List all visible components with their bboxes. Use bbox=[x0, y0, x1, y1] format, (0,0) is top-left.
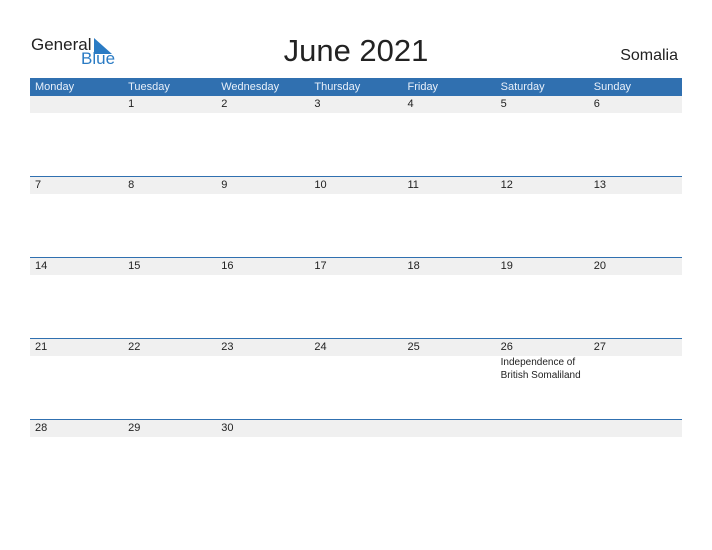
day-number: 7 bbox=[35, 179, 42, 191]
weekday-header: Monday Tuesday Wednesday Thursday Friday Satu… bbox=[30, 78, 682, 96]
weekday-saturday: Saturday bbox=[500, 81, 545, 93]
day-number: 17 bbox=[314, 260, 327, 272]
day-numbers: 21 22 23 24 25 26 27 bbox=[30, 339, 682, 356]
holiday-label bbox=[123, 356, 216, 382]
day-number bbox=[403, 420, 496, 437]
day-numbers: 7 8 9 10 11 12 13 bbox=[30, 177, 682, 194]
day-number: 14 bbox=[35, 260, 48, 272]
day-number: 26 bbox=[500, 341, 513, 353]
weekday-monday: Monday bbox=[35, 81, 75, 93]
week-row: 28 29 30 bbox=[30, 419, 682, 437]
weekday-sunday: Sunday bbox=[593, 81, 632, 93]
country-label: Somalia bbox=[620, 47, 678, 64]
day-numbers: 28 29 30 bbox=[30, 420, 682, 437]
day-number: 9 bbox=[221, 179, 228, 191]
week-row: 7 8 9 10 11 12 13 bbox=[30, 176, 682, 194]
day-number: 12 bbox=[500, 179, 513, 191]
day-number: 15 bbox=[128, 260, 141, 272]
day-number bbox=[589, 420, 682, 437]
day-number: 2 bbox=[221, 98, 228, 110]
day-number: 22 bbox=[128, 341, 141, 353]
day-number: 11 bbox=[407, 179, 419, 191]
page-title: June 2021 bbox=[283, 33, 429, 68]
day-number: 24 bbox=[314, 341, 327, 353]
weekday-friday: Friday bbox=[407, 81, 439, 93]
holiday-label bbox=[309, 356, 402, 382]
week-row: 21 22 23 24 25 26 27 Independence of British So… bbox=[30, 338, 682, 382]
holiday-label bbox=[216, 356, 309, 382]
day-number: 28 bbox=[35, 422, 48, 434]
day-events: Independence of British Somaliland bbox=[30, 356, 682, 382]
day-number: 30 bbox=[221, 422, 234, 434]
holiday-label bbox=[403, 356, 496, 382]
week-row: 1 2 3 4 5 6 bbox=[30, 96, 682, 113]
day-number: 10 bbox=[314, 179, 327, 191]
day-number: 27 bbox=[593, 341, 606, 353]
day-number: 8 bbox=[128, 179, 135, 191]
day-number: 16 bbox=[221, 260, 234, 272]
day-number bbox=[309, 420, 402, 437]
day-number: 20 bbox=[593, 260, 606, 272]
holiday-label bbox=[589, 356, 682, 382]
holiday-label: Independence of British Somaliland bbox=[500, 357, 581, 381]
day-number: 19 bbox=[500, 260, 513, 272]
day-number: 13 bbox=[593, 179, 606, 191]
weekday-thursday: Thursday bbox=[314, 81, 361, 93]
weekday-wednesday: Wednesday bbox=[221, 81, 280, 93]
day-number: 23 bbox=[221, 341, 234, 353]
holiday-label bbox=[30, 356, 123, 382]
day-number: 1 bbox=[128, 98, 135, 110]
day-number bbox=[30, 96, 123, 113]
day-number: 18 bbox=[407, 260, 420, 272]
weekday-tuesday: Tuesday bbox=[128, 81, 170, 93]
day-number: 6 bbox=[593, 98, 600, 110]
day-number: 5 bbox=[500, 98, 507, 110]
day-number: 29 bbox=[128, 422, 141, 434]
day-number: 3 bbox=[314, 98, 321, 110]
week-row: 14 15 16 17 18 19 20 bbox=[30, 257, 682, 275]
day-number: 25 bbox=[407, 341, 420, 353]
day-number bbox=[496, 420, 589, 437]
day-numbers: 1 2 3 4 5 6 bbox=[30, 96, 682, 113]
day-number: 21 bbox=[35, 341, 48, 353]
day-numbers: 14 15 16 17 18 19 20 bbox=[30, 258, 682, 275]
day-number: 4 bbox=[407, 98, 414, 110]
